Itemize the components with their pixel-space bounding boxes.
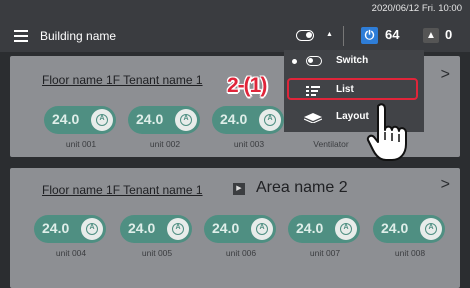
highlight-box xyxy=(287,78,418,100)
auto-mode-icon: A xyxy=(259,109,281,131)
unit-label: Ventilator xyxy=(313,139,349,149)
unit-temp: 24.0 xyxy=(381,220,409,236)
alert-icon[interactable]: ▲ xyxy=(423,28,439,43)
unit-tile[interactable]: 24.0 A unit 004 xyxy=(34,215,108,258)
unit-label: unit 005 xyxy=(141,248,173,258)
unit-tile[interactable]: 24.0 A unit 003 xyxy=(212,106,286,149)
unit-tile[interactable]: 24.0 A unit 006 xyxy=(204,215,278,258)
unit-button[interactable]: 24.0 A xyxy=(288,215,360,243)
caret-down-icon[interactable]: ▲ xyxy=(326,31,333,38)
app-header: Building name 2020/06/12 Fri. 10:00 ▲ ⏻ … xyxy=(0,0,470,52)
auto-mode-icon: A xyxy=(420,218,442,240)
unit-button[interactable]: 24.0 A xyxy=(373,215,445,243)
floor-card: Floor name 1F Tenant name 1 ▶ Area name … xyxy=(10,168,460,288)
menu-item-label: Switch xyxy=(336,55,369,66)
toggle-icon xyxy=(306,56,322,66)
auto-mode-icon: A xyxy=(167,218,189,240)
layout-icon xyxy=(304,113,322,123)
unit-temp: 24.0 xyxy=(136,111,164,127)
unit-label: unit 002 xyxy=(149,139,181,149)
power-icon[interactable]: ⏻ xyxy=(361,27,378,44)
unit-tile[interactable]: 24.0 A unit 005 xyxy=(120,215,194,258)
step-label: 2-(1) xyxy=(227,74,267,97)
unit-label: unit 003 xyxy=(233,139,265,149)
unit-temp: 24.0 xyxy=(296,220,324,236)
unit-tile[interactable]: 24.0 A unit 002 xyxy=(128,106,202,149)
auto-mode-icon: A xyxy=(335,218,357,240)
unit-button[interactable]: 24.0 A xyxy=(44,106,116,134)
pointing-hand-icon xyxy=(366,103,407,161)
header-divider xyxy=(343,26,344,46)
menu-item-switch[interactable]: Switch xyxy=(284,50,424,74)
auto-mode-icon: A xyxy=(175,109,197,131)
unit-tile[interactable]: 24.0 A unit 007 xyxy=(288,215,362,258)
unit-button[interactable]: 24.0 A xyxy=(120,215,192,243)
alert-count: 0 xyxy=(445,27,453,42)
unit-label: unit 006 xyxy=(225,248,257,258)
unit-temp: 24.0 xyxy=(220,111,248,127)
unit-label: unit 004 xyxy=(55,248,87,258)
chevron-right-icon[interactable]: > xyxy=(441,176,450,194)
unit-temp: 24.0 xyxy=(42,220,70,236)
play-arrow-icon: ▶ xyxy=(233,183,245,195)
unit-label: unit 007 xyxy=(309,248,341,258)
unit-button[interactable]: 24.0 A xyxy=(128,106,200,134)
unit-tile[interactable]: 24.0 A unit 008 xyxy=(373,215,447,258)
building-name[interactable]: Building name xyxy=(40,29,116,43)
unit-button[interactable]: 24.0 A xyxy=(204,215,276,243)
unit-temp: 24.0 xyxy=(212,220,240,236)
unit-button[interactable]: 24.0 A xyxy=(212,106,284,134)
hamburger-icon[interactable] xyxy=(14,30,28,42)
unit-button[interactable]: 24.0 A xyxy=(34,215,106,243)
unit-temp: 24.0 xyxy=(128,220,156,236)
floor-title[interactable]: Floor name 1F Tenant name 1 xyxy=(42,183,203,197)
selected-dot-icon xyxy=(292,59,297,64)
unit-tile[interactable]: 24.0 A unit 001 xyxy=(44,106,118,149)
floor-title[interactable]: Floor name 1F Tenant name 1 xyxy=(42,73,203,87)
toggle-icon[interactable] xyxy=(296,30,314,41)
auto-mode-icon: A xyxy=(251,218,273,240)
unit-label: unit 008 xyxy=(394,248,426,258)
auto-mode-icon: A xyxy=(91,109,113,131)
area-name: Area name 2 xyxy=(256,179,348,196)
datetime: 2020/06/12 Fri. 10:00 xyxy=(371,3,462,14)
auto-mode-icon: A xyxy=(81,218,103,240)
chevron-right-icon[interactable]: > xyxy=(441,66,450,84)
power-count: 64 xyxy=(385,27,400,42)
unit-temp: 24.0 xyxy=(52,111,80,127)
unit-label: unit 001 xyxy=(65,139,97,149)
